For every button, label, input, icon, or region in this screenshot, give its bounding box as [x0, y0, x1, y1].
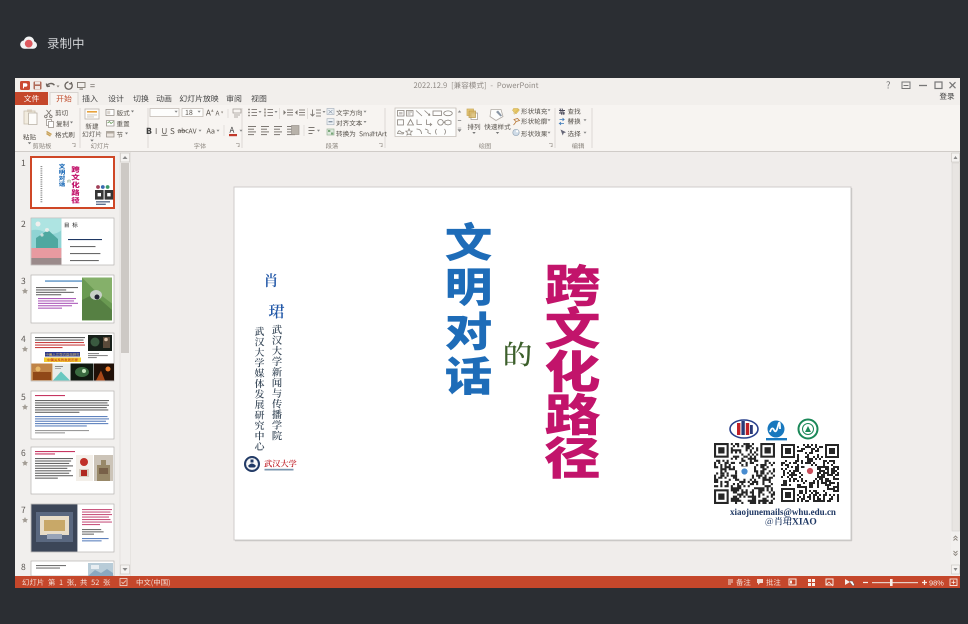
svg-text:XIAO: XIAO [792, 518, 817, 528]
svg-text:xiaojunemails@whu.edu.cn: xiaojunemails@whu.edu.cn [730, 507, 836, 517]
svg-text:98%: 98% [929, 579, 944, 588]
